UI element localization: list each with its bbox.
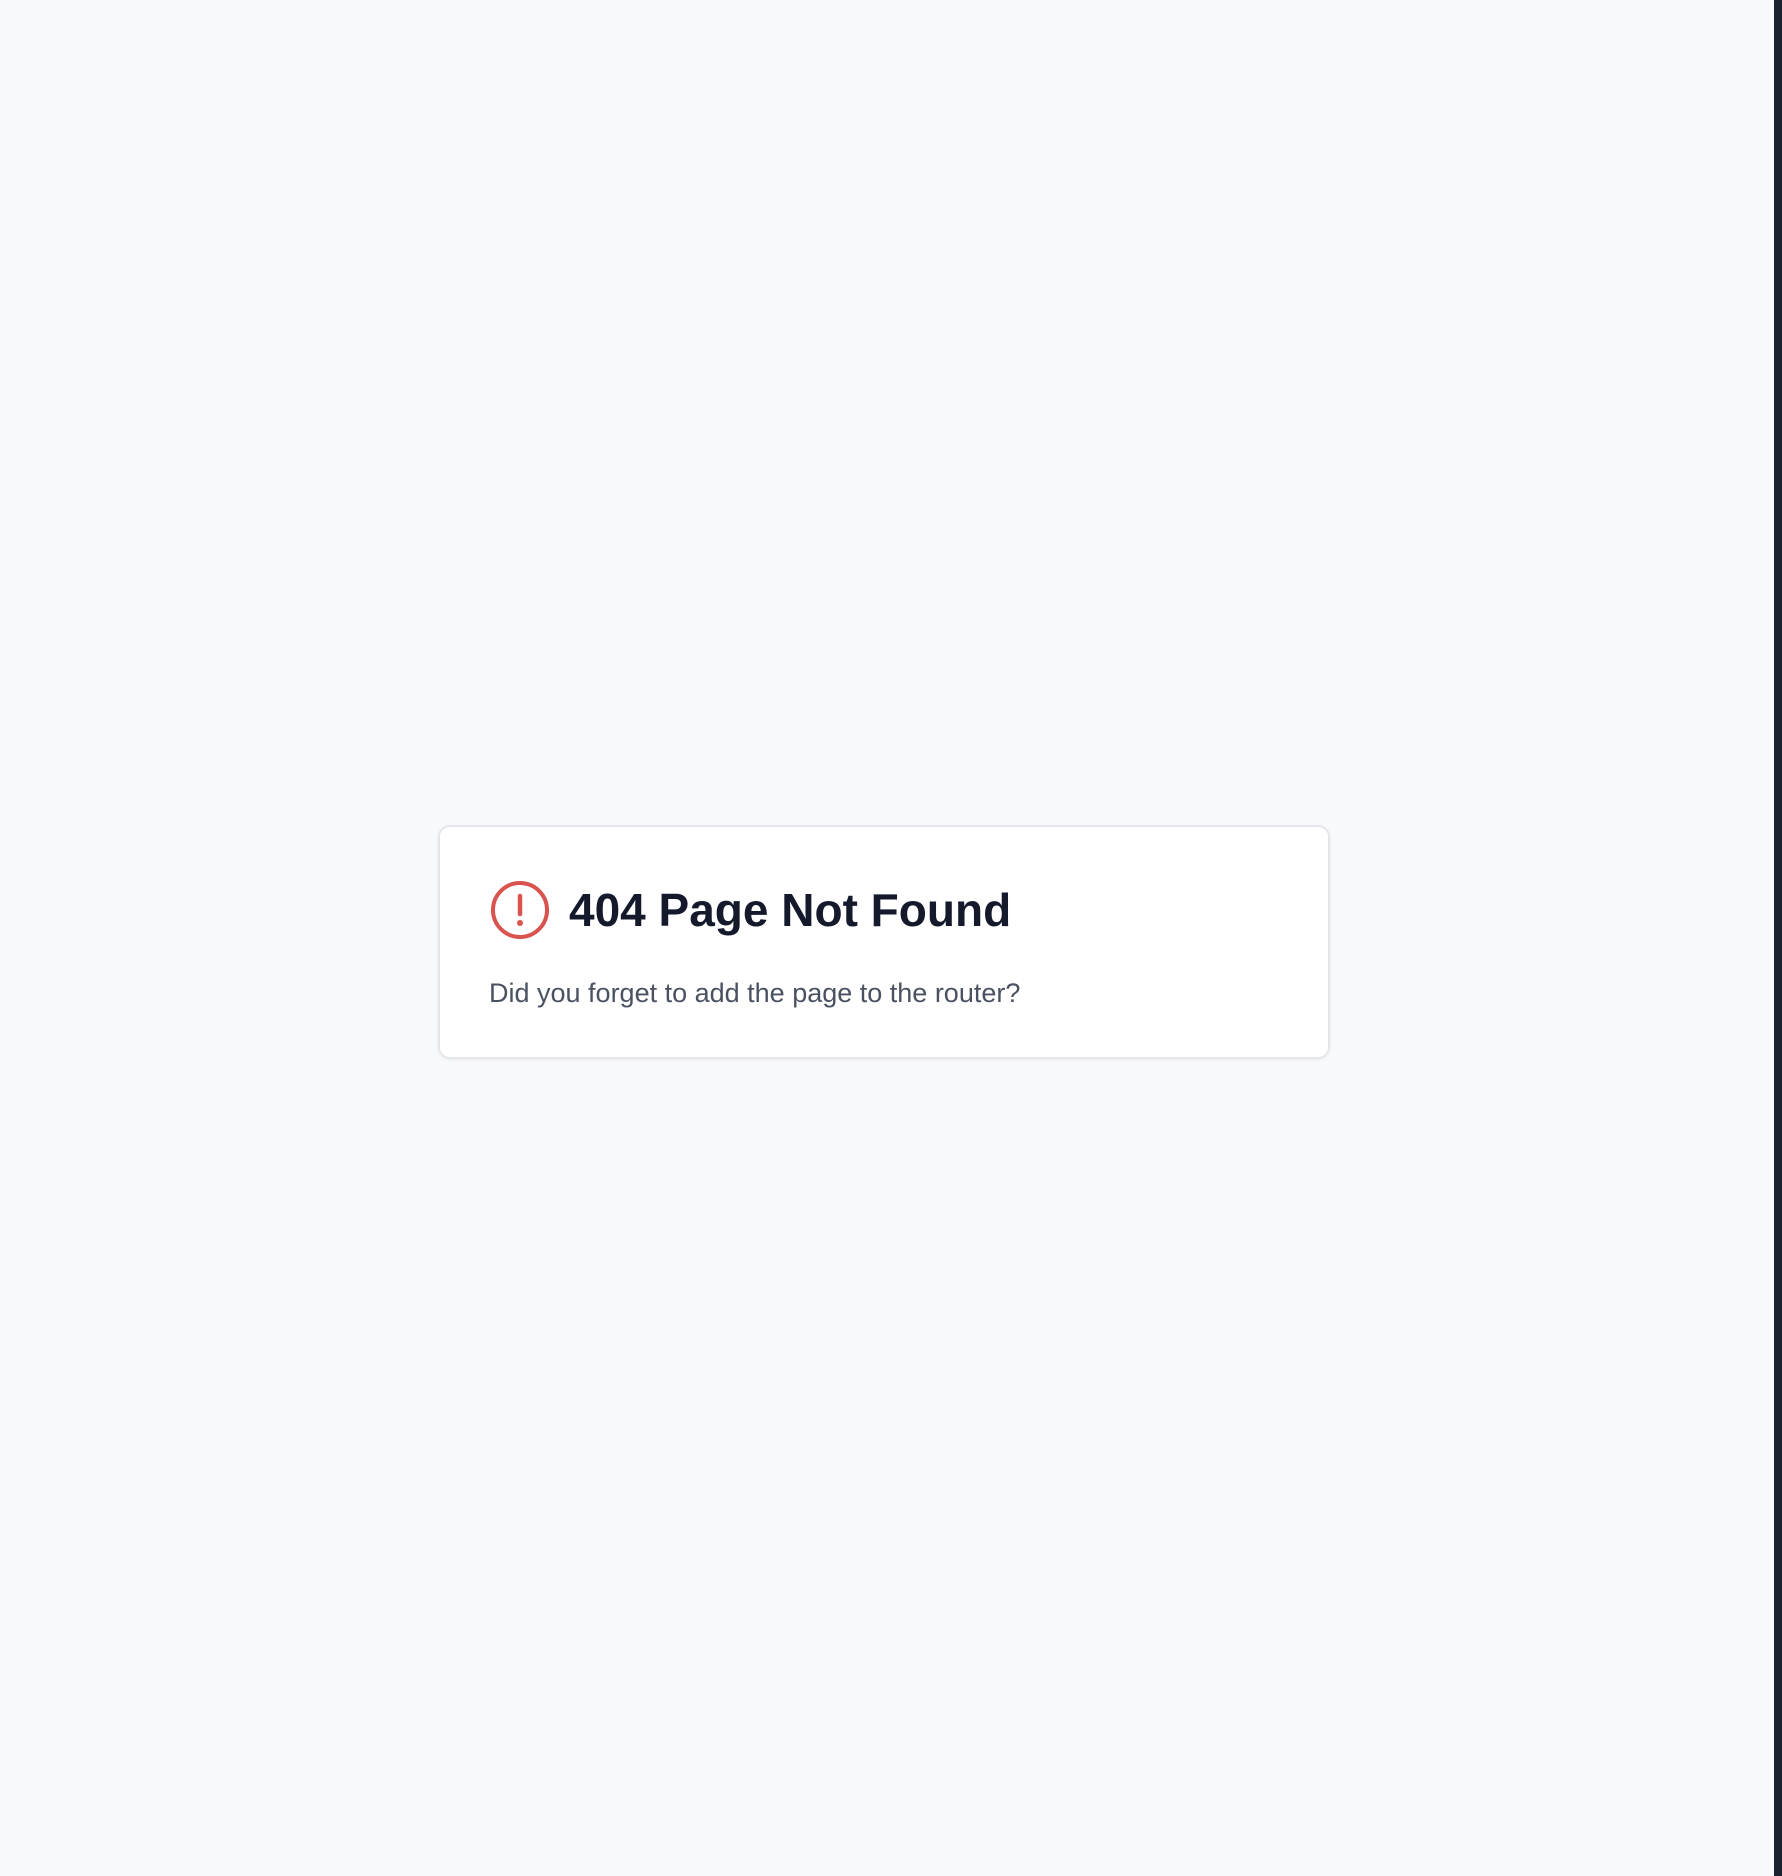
alert-circle-icon — [491, 881, 549, 939]
error-card: 404 Page Not Found Did you forget to add… — [438, 825, 1330, 1059]
error-title: 404 Page Not Found — [569, 884, 1012, 936]
error-message: Did you forget to add the page to the ro… — [489, 978, 1021, 1008]
window-edge — [1774, 0, 1782, 1876]
page-background: 404 Page Not Found Did you forget to add… — [0, 0, 1782, 1876]
error-heading: 404 Page Not Found — [489, 879, 1011, 941]
